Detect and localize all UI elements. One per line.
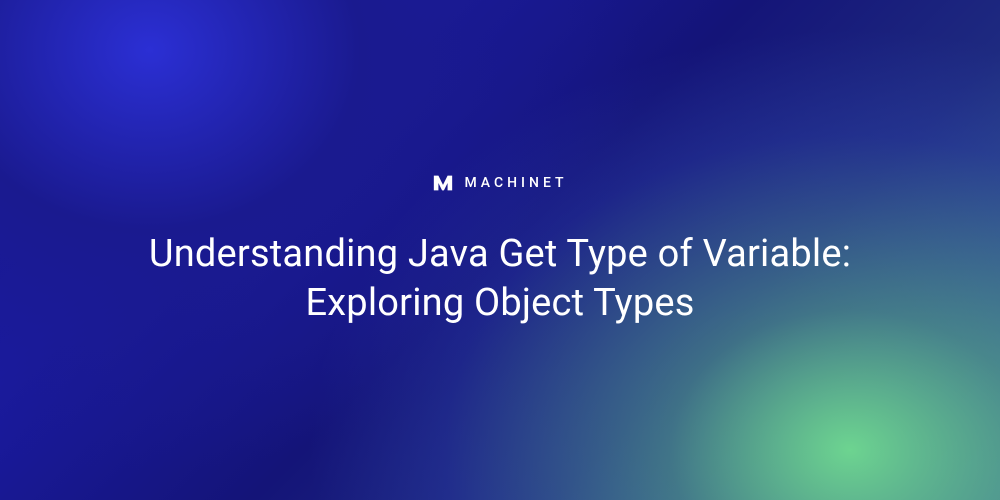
brand-row: MACHINET — [432, 172, 567, 194]
hero-title: Understanding Java Get Type of Variable:… — [120, 230, 880, 329]
machinet-logo-icon — [432, 172, 454, 194]
hero-banner: MACHINET Understanding Java Get Type of … — [0, 0, 1000, 500]
brand-name: MACHINET — [464, 175, 567, 191]
